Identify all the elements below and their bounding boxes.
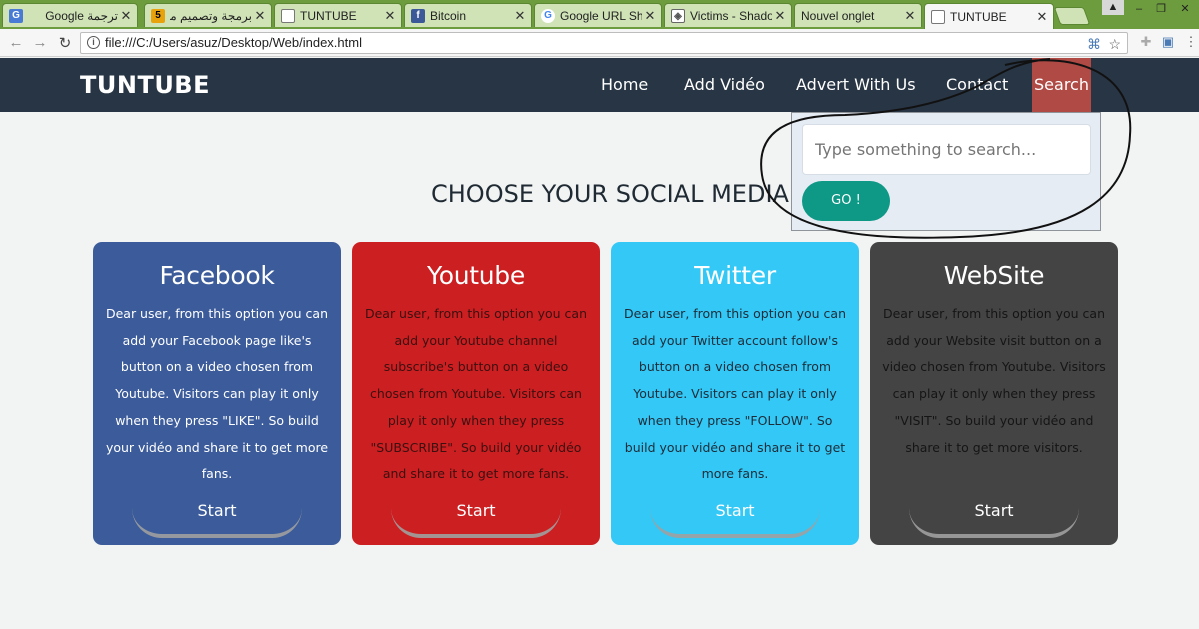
close-window-icon[interactable]: ✕ bbox=[1174, 2, 1196, 17]
start-button-facebook[interactable]: Start bbox=[132, 500, 302, 538]
google-icon: G bbox=[541, 8, 555, 23]
card-description: Dear user, from this option you can add … bbox=[623, 306, 847, 482]
close-icon[interactable]: ✕ bbox=[252, 8, 268, 24]
url-text: file:///C:/Users/asuz/Desktop/Web/index.… bbox=[105, 35, 362, 50]
tab-title: TUNTUBE bbox=[300, 8, 357, 23]
menu-icon[interactable]: ⋮ bbox=[1183, 34, 1199, 50]
numbered-5-icon: 5 bbox=[151, 8, 165, 23]
nav-advert[interactable]: Advert With Us bbox=[796, 58, 916, 112]
start-button-twitter[interactable]: Start bbox=[650, 500, 820, 538]
extension-puzzle-icon[interactable]: ✚ bbox=[1138, 34, 1154, 50]
restore-icon[interactable]: ❐ bbox=[1150, 2, 1172, 17]
card-description: Dear user, from this option you can add … bbox=[364, 306, 588, 482]
forward-icon[interactable]: → bbox=[31, 34, 49, 51]
tab-title: ترجمة Google bbox=[45, 8, 118, 23]
site-header: TUNTUBE Home Add Vidéo Advert With Us Co… bbox=[0, 58, 1199, 112]
reload-icon[interactable]: ↻ bbox=[56, 34, 74, 52]
close-icon[interactable]: ✕ bbox=[1034, 9, 1050, 25]
card-description: Dear user, from this option you can add … bbox=[882, 306, 1106, 455]
page-icon bbox=[931, 9, 945, 24]
address-bar[interactable]: i file:///C:/Users/asuz/Desktop/Web/inde… bbox=[80, 32, 1128, 54]
translate-icon: G bbox=[9, 8, 23, 23]
start-button-website[interactable]: Start bbox=[909, 500, 1079, 538]
tab-google-url[interactable]: G Google URL Sho ✕ bbox=[534, 3, 662, 27]
tab-title: Victims - Shado bbox=[690, 8, 772, 23]
browser-tab-strip: G ترجمة Google ✕ 5 برمجة وتصميم مو ✕ TUN… bbox=[0, 0, 1199, 29]
info-icon[interactable]: i bbox=[87, 36, 100, 49]
tab-title: TUNTUBE bbox=[950, 9, 1007, 24]
card-website: WebSite Dear user, from this option you … bbox=[870, 242, 1118, 545]
nav-contact[interactable]: Contact bbox=[946, 58, 1008, 112]
tab-tuntube-active[interactable]: TUNTUBE ✕ bbox=[924, 3, 1054, 29]
start-button-youtube[interactable]: Start bbox=[391, 500, 561, 538]
close-icon[interactable]: ✕ bbox=[902, 8, 918, 24]
site-logo[interactable]: TUNTUBE bbox=[80, 71, 210, 99]
minimize-icon[interactable]: – bbox=[1128, 2, 1150, 17]
close-icon[interactable]: ✕ bbox=[642, 8, 658, 24]
browser-toolbar: ← → ↻ i file:///C:/Users/asuz/Desktop/We… bbox=[0, 29, 1199, 57]
card-facebook: Facebook Dear user, from this option you… bbox=[93, 242, 341, 545]
close-icon[interactable]: ✕ bbox=[772, 8, 788, 24]
tab-nouvel-onglet[interactable]: Nouvel onglet ✕ bbox=[794, 3, 922, 27]
page-icon bbox=[281, 8, 295, 23]
card-title: WebSite bbox=[943, 261, 1045, 290]
go-button[interactable]: GO ! bbox=[802, 181, 890, 221]
tab-google-translate[interactable]: G ترجمة Google ✕ bbox=[2, 3, 138, 27]
close-icon[interactable]: ✕ bbox=[382, 8, 398, 24]
page-title: CHOOSE YOUR SOCIAL MEDIA bbox=[431, 180, 789, 208]
search-input[interactable] bbox=[802, 124, 1091, 175]
back-icon[interactable]: ← bbox=[7, 34, 25, 51]
tab-title: Bitcoin bbox=[430, 8, 467, 23]
nav-search[interactable]: Search bbox=[1032, 58, 1091, 112]
card-twitter: Twitter Dear user, from this option you … bbox=[611, 242, 859, 545]
card-youtube: Youtube Dear user, from this option you … bbox=[352, 242, 600, 545]
nav-add-video[interactable]: Add Vidéo bbox=[684, 58, 765, 112]
tab-title: Google URL Sho bbox=[560, 8, 642, 23]
tab-title: Nouvel onglet bbox=[801, 8, 875, 23]
search-dropdown: GO ! bbox=[791, 112, 1101, 231]
translate-page-icon[interactable]: ⌘ bbox=[1087, 34, 1101, 54]
card-description: Dear user, from this option you can add … bbox=[105, 306, 329, 482]
close-icon[interactable]: ✕ bbox=[118, 8, 134, 24]
tab-bitcoin[interactable]: f Bitcoin ✕ bbox=[404, 3, 532, 27]
new-tab-button[interactable] bbox=[1053, 7, 1091, 25]
shield-icon: ◈ bbox=[671, 8, 685, 23]
tab-tuntube-1[interactable]: TUNTUBE ✕ bbox=[274, 3, 402, 27]
close-icon[interactable]: ✕ bbox=[512, 8, 528, 24]
extension-image-icon[interactable]: ▣ bbox=[1160, 34, 1176, 50]
tab-title: برمجة وتصميم مو bbox=[170, 8, 252, 23]
tab-arabic-site[interactable]: 5 برمجة وتصميم مو ✕ bbox=[144, 3, 272, 27]
card-title: Facebook bbox=[159, 261, 275, 290]
bookmark-star-icon[interactable]: ☆ bbox=[1108, 34, 1121, 54]
tab-victims[interactable]: ◈ Victims - Shado ✕ bbox=[664, 3, 792, 27]
nav-home[interactable]: Home bbox=[601, 58, 648, 112]
facebook-icon: f bbox=[411, 8, 425, 23]
card-title: Twitter bbox=[694, 261, 776, 290]
card-title: Youtube bbox=[427, 261, 525, 290]
user-icon[interactable]: ▲ bbox=[1102, 0, 1124, 15]
